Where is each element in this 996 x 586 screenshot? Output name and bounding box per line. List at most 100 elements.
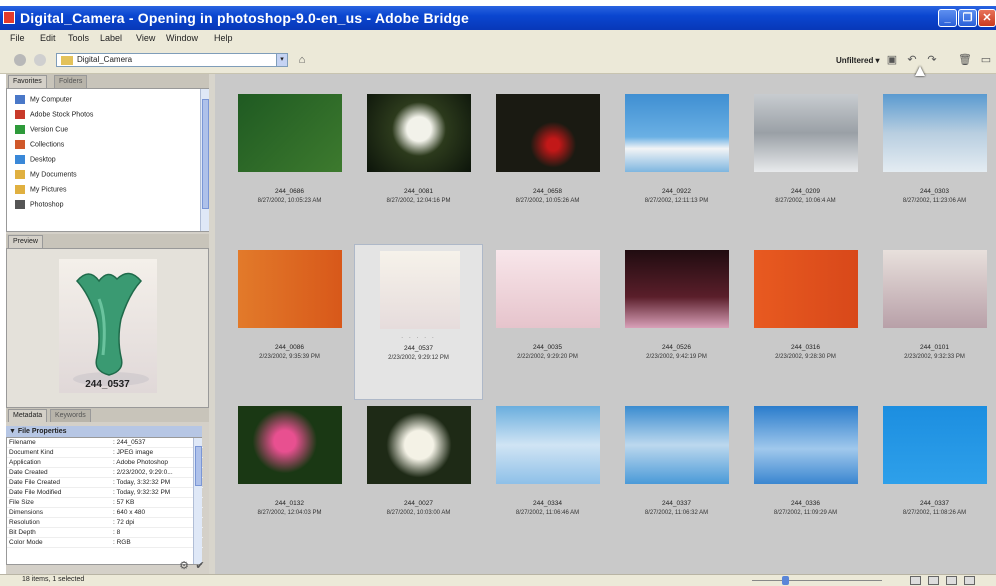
- favorite-item[interactable]: Adobe Stock Photos: [15, 110, 93, 124]
- menu-label[interactable]: Label: [100, 33, 122, 43]
- thumbnail-date: 8/27/2002, 11:06:32 AM: [644, 510, 709, 516]
- thumbnail-image: [882, 250, 987, 328]
- thumbnail-filename: 244_0303: [920, 188, 949, 195]
- toolbar: Digital_Camera ▾ ⌂ Unfiltered ▾ ▣ ↶ ↷ 🗑 …: [0, 48, 996, 74]
- thumbnail-item[interactable]: 244_0337 8/27/2002, 11:06:32 AM: [612, 400, 741, 556]
- menu-window[interactable]: Window: [166, 33, 198, 43]
- thumbnail-item[interactable]: 244_0922 8/27/2002, 12:11:13 PM: [612, 88, 741, 244]
- thumbnail-size-slider[interactable]: [752, 576, 882, 585]
- folder-icon: [15, 185, 25, 194]
- metadata-row: Resolution: 72 dpi: [7, 518, 203, 528]
- metadata-row: Date File Modified: Today, 9:32:32 PM: [7, 488, 203, 498]
- filter-menu[interactable]: Unfiltered ▾: [836, 56, 880, 65]
- thumbnail-filename: 244_0101: [920, 344, 949, 351]
- thumbnail-image: [366, 406, 471, 484]
- path-field[interactable]: Digital_Camera: [56, 53, 288, 67]
- tab-metadata[interactable]: Metadata: [8, 409, 48, 422]
- up-folder-icon[interactable]: ⌂: [296, 54, 308, 66]
- back-button[interactable]: [14, 54, 26, 66]
- thumbnail-image: [495, 406, 600, 484]
- tab-folders[interactable]: Folders: [54, 75, 88, 88]
- rating-stars[interactable]: · · · · ·: [355, 335, 482, 341]
- minimize-button[interactable]: _: [938, 9, 957, 27]
- thumbnail-item[interactable]: 244_0336 8/27/2002, 11:09:29 AM: [741, 400, 870, 556]
- favorite-item[interactable]: My Computer: [15, 95, 72, 109]
- versions-view-button[interactable]: [964, 576, 975, 585]
- thumbnail-filename: 244_0922: [662, 188, 691, 195]
- bridge-app-icon: [3, 11, 15, 24]
- thumbnail-item[interactable]: 244_0316 2/23/2002, 9:28:30 PM: [741, 244, 870, 400]
- file-properties-header[interactable]: ▼ File Properties: [6, 426, 202, 437]
- thumbnail-filename: 244_0334: [533, 500, 562, 507]
- metadata-row: Bit Depth: 8: [7, 528, 203, 538]
- thumbnail-item[interactable]: 244_0303 8/27/2002, 11:23:06 AM: [870, 88, 996, 244]
- thumbnail-image: [753, 94, 858, 172]
- thumbnail-view-button[interactable]: [910, 576, 921, 585]
- favorite-item[interactable]: Version Cue: [15, 125, 68, 139]
- filmstrip-view-button[interactable]: [928, 576, 939, 585]
- thumbnail-image: [237, 250, 342, 328]
- metadata-scrollbar[interactable]: [193, 438, 202, 564]
- close-button[interactable]: ✕: [978, 9, 996, 27]
- thumbnail-item[interactable]: 244_0686 8/27/2002, 10:05:23 AM: [225, 88, 354, 244]
- new-folder-icon[interactable]: ▣: [886, 54, 898, 66]
- maximize-button[interactable]: ❐: [958, 9, 977, 27]
- rotate-right-icon[interactable]: ↷: [926, 54, 938, 66]
- metadata-options-icon[interactable]: ⚙: [178, 560, 190, 572]
- thumbnail-filename: 244_0336: [791, 500, 820, 507]
- path-dropdown-button[interactable]: ▾: [276, 53, 288, 67]
- preview-caption: 244_0537: [85, 379, 130, 390]
- desktop-icon: [15, 155, 25, 164]
- thumbnail-date: 8/27/2002, 11:23:06 AM: [902, 198, 967, 204]
- rotate-left-icon[interactable]: ↶: [906, 54, 918, 66]
- thumbnail-item[interactable]: · · · · · 244_0537 2/23/2002, 9:29:12 PM: [354, 244, 483, 400]
- slider-knob[interactable]: [782, 576, 789, 585]
- menu-bar: File Edit Tools Label View Window Help: [0, 30, 996, 48]
- thumbnail-image: [237, 94, 342, 172]
- title-bar: Digital_Camera - Opening in photoshop-9.…: [0, 6, 996, 30]
- thumbnail-item[interactable]: 244_0101 2/23/2002, 9:32:33 PM: [870, 244, 996, 400]
- thumbnail-date: 2/22/2002, 9:29:20 PM: [517, 354, 578, 360]
- collections-icon: [15, 140, 25, 149]
- thumbnail-date: 8/27/2002, 11:09:29 AM: [773, 510, 838, 516]
- trash-icon[interactable]: 🗑: [958, 54, 972, 66]
- thumbnail-item[interactable]: 244_0035 2/22/2002, 9:29:20 PM: [483, 244, 612, 400]
- favorite-item[interactable]: Collections: [15, 140, 64, 154]
- details-view-button[interactable]: [946, 576, 957, 585]
- favorites-list: My Computer Adobe Stock Photos Version C…: [6, 88, 209, 232]
- menu-view[interactable]: View: [136, 33, 155, 43]
- thumbnail-item[interactable]: 244_0086 2/23/2002, 9:35:39 PM: [225, 244, 354, 400]
- thumbnail-item[interactable]: 244_0337 8/27/2002, 11:08:26 AM: [870, 400, 996, 556]
- thumbnail-item[interactable]: 244_0132 8/27/2002, 12:04:03 PM: [225, 400, 354, 556]
- thumbnail-item[interactable]: 244_0526 2/23/2002, 9:42:19 PM: [612, 244, 741, 400]
- metadata-row: Dimensions: 640 x 480: [7, 508, 203, 518]
- photoshop-icon: [15, 200, 25, 209]
- thumbnail-filename: 244_0526: [662, 344, 691, 351]
- favorite-item[interactable]: Photoshop: [15, 200, 63, 214]
- favorite-item[interactable]: My Pictures: [15, 185, 67, 199]
- tab-preview[interactable]: Preview: [8, 235, 43, 248]
- tab-keywords[interactable]: Keywords: [50, 409, 91, 422]
- menu-edit[interactable]: Edit: [40, 33, 56, 43]
- checkmark-icon[interactable]: ✔: [194, 560, 206, 572]
- metadata-row: Color Mode: RGB: [7, 538, 203, 548]
- thumbnail-item[interactable]: 244_0027 8/27/2002, 10:03:00 AM: [354, 400, 483, 556]
- thumbnail-image: [379, 251, 460, 329]
- thumbnail-item[interactable]: 244_0658 8/27/2002, 10:05:26 AM: [483, 88, 612, 244]
- thumbnail-item[interactable]: 244_0081 8/27/2002, 12:04:16 PM: [354, 88, 483, 244]
- thumbnail-date: 2/23/2002, 9:28:30 PM: [775, 354, 836, 360]
- thumbnail-image: [882, 406, 987, 484]
- preview-image: [59, 259, 157, 393]
- thumbnail-item[interactable]: 244_0334 8/27/2002, 11:06:46 AM: [483, 400, 612, 556]
- favorite-item[interactable]: My Documents: [15, 170, 77, 184]
- menu-file[interactable]: File: [10, 33, 25, 43]
- favorites-scrollbar[interactable]: [200, 89, 209, 231]
- compact-mode-icon[interactable]: ▭: [980, 54, 992, 66]
- preview-tabs: Preview: [6, 234, 209, 248]
- forward-button[interactable]: [34, 54, 46, 66]
- menu-tools[interactable]: Tools: [68, 33, 89, 43]
- thumbnail-item[interactable]: 244_0209 8/27/2002, 10:06:4 AM: [741, 88, 870, 244]
- favorite-item[interactable]: Desktop: [15, 155, 56, 169]
- menu-help[interactable]: Help: [214, 33, 233, 43]
- tab-favorites[interactable]: Favorites: [8, 75, 47, 88]
